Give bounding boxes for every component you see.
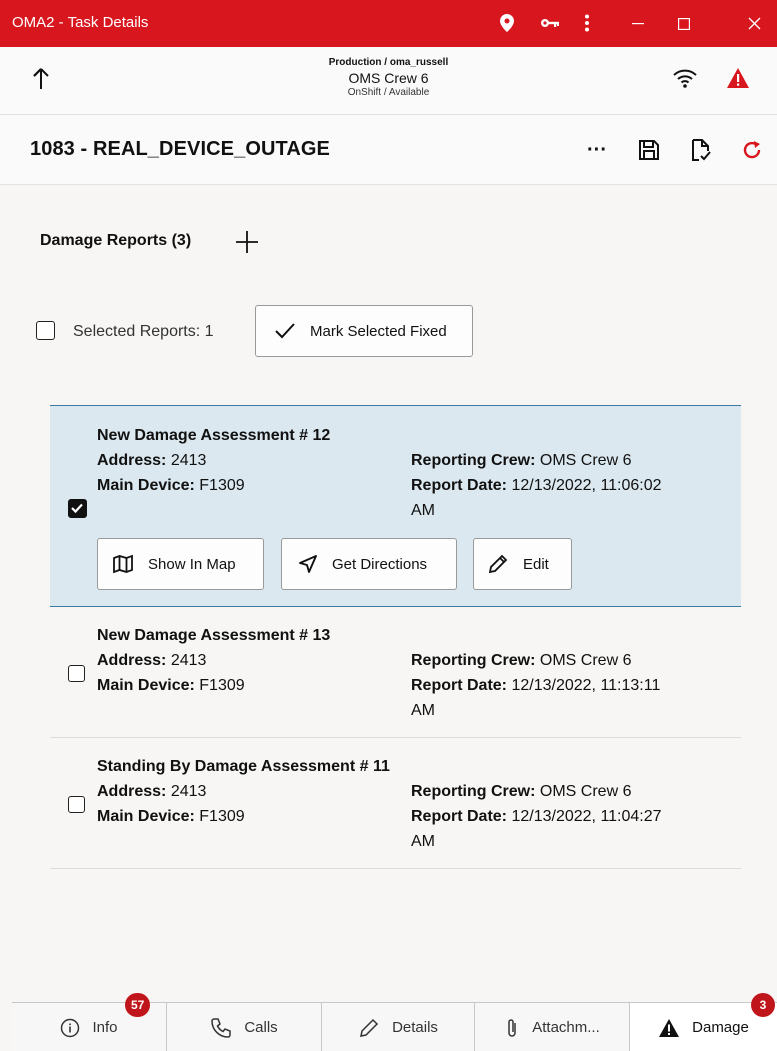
close-button[interactable] — [731, 0, 777, 47]
show-in-map-button[interactable]: Show In Map — [97, 538, 264, 590]
tab-info-label: Info — [92, 1019, 118, 1036]
map-icon — [113, 554, 133, 574]
pencil-icon — [488, 554, 508, 574]
selected-reports-label: Selected Reports: 1 — [73, 323, 214, 340]
tab-attachments-label: Attachm... — [532, 1019, 600, 1036]
edit-label: Edit — [523, 555, 549, 573]
report-date-suffix: AM — [411, 502, 435, 519]
report-crew: Reporting Crew: OMS Crew 6 — [411, 452, 632, 469]
document-check-icon[interactable] — [686, 135, 716, 165]
maximize-button[interactable] — [661, 0, 707, 47]
report-title: Standing By Damage Assessment # 11 — [97, 758, 390, 775]
report-checkbox[interactable] — [68, 796, 85, 813]
mark-selected-fixed-label: Mark Selected Fixed — [310, 322, 447, 340]
report-main-device: Main Device: F1309 — [97, 477, 245, 494]
location-pin-icon[interactable] — [492, 8, 522, 38]
warning-icon[interactable] — [726, 67, 750, 94]
add-report-icon[interactable] — [233, 228, 261, 256]
report-title: New Damage Assessment # 13 — [97, 627, 331, 644]
damage-badge: 3 — [751, 993, 775, 1017]
report-date-suffix: AM — [411, 702, 435, 719]
report-crew: Reporting Crew: OMS Crew 6 — [411, 652, 632, 669]
left-edge — [0, 47, 12, 1051]
edit-button[interactable]: Edit — [473, 538, 572, 590]
damage-report-item[interactable]: New Damage Assessment # 13 Address: 2413… — [50, 607, 741, 738]
navigation-arrow-icon — [299, 555, 317, 573]
get-directions-label: Get Directions — [332, 555, 428, 573]
app-header: Production / oma_russell OMS Crew 6 OnSh… — [0, 47, 777, 115]
minimize-button[interactable] — [615, 0, 661, 47]
report-address: Address: 2413 — [97, 652, 207, 669]
tab-calls[interactable]: Calls — [167, 1003, 322, 1051]
damage-reports-title: Damage Reports (3) — [40, 232, 192, 249]
report-crew: Reporting Crew: OMS Crew 6 — [411, 783, 632, 800]
report-date-suffix: AM — [411, 833, 435, 850]
report-main-device: Main Device: F1309 — [97, 808, 245, 825]
checkmark-icon — [71, 503, 83, 514]
tab-damage-label: Damage — [692, 1019, 749, 1036]
report-title: New Damage Assessment # 12 — [97, 427, 331, 444]
key-icon[interactable] — [535, 8, 565, 38]
info-icon — [61, 1018, 80, 1037]
tab-attachments[interactable]: Attachm... — [475, 1003, 630, 1051]
task-title: 1083 - REAL_DEVICE_OUTAGE — [30, 138, 330, 160]
get-directions-button[interactable]: Get Directions — [281, 538, 457, 590]
crew-label: OMS Crew 6 — [348, 70, 429, 86]
more-vertical-icon[interactable] — [572, 8, 602, 38]
tab-calls-label: Calls — [244, 1019, 278, 1036]
tab-details[interactable]: Details — [322, 1003, 475, 1051]
phone-icon — [211, 1017, 232, 1038]
check-icon — [275, 323, 295, 339]
mark-selected-fixed-button[interactable]: Mark Selected Fixed — [255, 305, 473, 357]
report-checkbox[interactable] — [68, 665, 85, 682]
report-address: Address: 2413 — [97, 452, 207, 469]
wifi-icon[interactable] — [672, 67, 698, 94]
show-in-map-label: Show In Map — [148, 555, 236, 573]
save-icon[interactable] — [634, 135, 664, 165]
report-date: Report Date: 12/13/2022, 11:04:27 — [411, 808, 662, 825]
warning-icon — [659, 1018, 680, 1037]
more-options-button[interactable]: ··· — [582, 135, 612, 165]
info-badge: 57 — [125, 993, 151, 1017]
report-main-device: Main Device: F1309 — [97, 677, 245, 694]
task-toolbar: 1083 - REAL_DEVICE_OUTAGE ··· — [0, 115, 777, 185]
report-date: Report Date: 12/13/2022, 11:06:02 — [411, 477, 662, 494]
environment-label: Production / oma_russell — [328, 57, 449, 68]
damage-report-item[interactable]: Standing By Damage Assessment # 11 Addre… — [50, 738, 741, 869]
bottom-tab-bar: Info 57 Calls Details Attachm... Damage … — [12, 993, 777, 1051]
select-all-checkbox[interactable] — [36, 321, 55, 340]
refresh-icon[interactable] — [737, 135, 767, 165]
window-title: OMA2 - Task Details — [12, 14, 149, 31]
damage-report-item[interactable]: New Damage Assessment # 12 Address: 2413… — [50, 405, 741, 607]
pencil-icon — [360, 1018, 379, 1037]
title-bar: OMA2 - Task Details — [0, 0, 777, 47]
paperclip-icon — [508, 1018, 516, 1037]
tab-details-label: Details — [392, 1019, 438, 1036]
report-checkbox[interactable] — [68, 499, 87, 518]
shift-status-label: OnShift / Available — [347, 87, 430, 98]
report-address: Address: 2413 — [97, 783, 207, 800]
report-date: Report Date: 12/13/2022, 11:13:11 — [411, 677, 661, 694]
